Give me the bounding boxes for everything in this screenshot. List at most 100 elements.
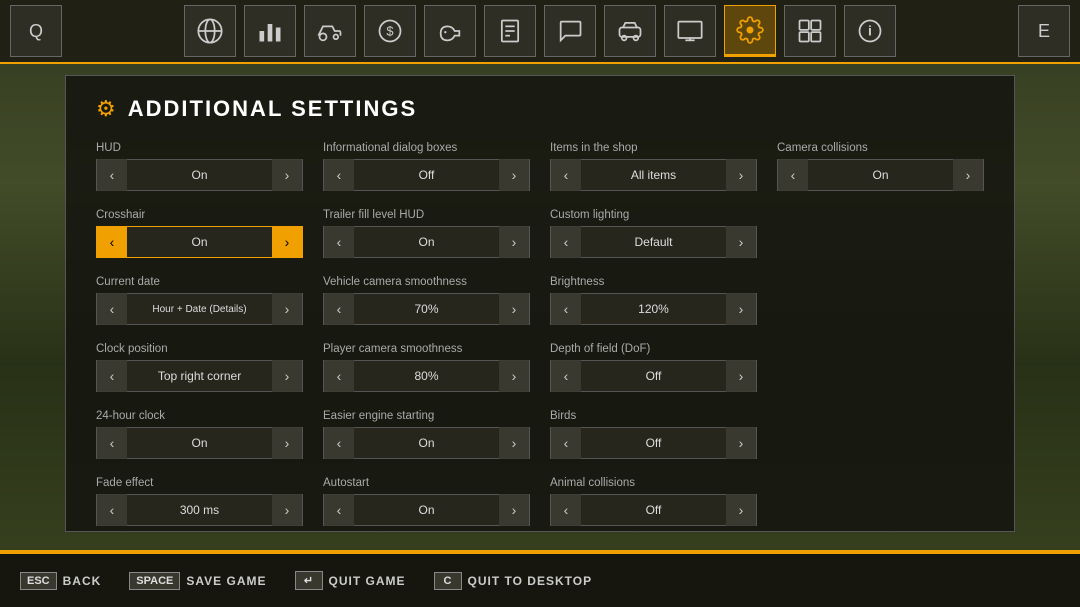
fade-effect-next-btn[interactable]: › bbox=[272, 494, 302, 526]
settings-icon bbox=[736, 16, 764, 44]
save-game-label: SAVE GAME bbox=[186, 574, 266, 588]
autostart-next-btn[interactable]: › bbox=[499, 494, 529, 526]
engine-starting-prev-btn[interactable]: ‹ bbox=[324, 427, 354, 459]
player-camera-label: Player camera smoothness bbox=[323, 343, 530, 355]
fade-effect-value: 300 ms bbox=[127, 503, 272, 517]
current-date-prev-btn[interactable]: ‹ bbox=[97, 293, 127, 325]
clock-position-label: Clock position bbox=[96, 343, 303, 355]
items-shop-next-btn[interactable]: › bbox=[726, 159, 756, 191]
current-date-value: Hour + Date (Details) bbox=[127, 304, 272, 315]
fade-effect-prev-btn[interactable]: ‹ bbox=[97, 494, 127, 526]
custom-lighting-prev-btn[interactable]: ‹ bbox=[551, 226, 581, 258]
birds-next-btn[interactable]: › bbox=[726, 427, 756, 459]
setting-animal-collisions: Animal collisions ‹ Off › bbox=[550, 477, 757, 526]
crosshair-next-btn[interactable]: › bbox=[272, 226, 302, 258]
items-shop-value: All items bbox=[581, 168, 726, 182]
hud-control: ‹ On › bbox=[96, 159, 303, 191]
nav-settings-tab[interactable] bbox=[724, 5, 776, 57]
autostart-value: On bbox=[354, 503, 499, 517]
current-date-control: ‹ Hour + Date (Details) › bbox=[96, 293, 303, 325]
24hour-prev-btn[interactable]: ‹ bbox=[97, 427, 127, 459]
autostart-label: Autostart bbox=[323, 477, 530, 489]
nav-stats-tab[interactable] bbox=[244, 5, 296, 57]
setting-trailer-fill: Trailer fill level HUD ‹ On › bbox=[323, 209, 530, 258]
trailer-fill-prev-btn[interactable]: ‹ bbox=[324, 226, 354, 258]
nav-q-button[interactable]: Q bbox=[10, 5, 62, 57]
nav-animals-tab[interactable] bbox=[424, 5, 476, 57]
nav-chat-tab[interactable] bbox=[544, 5, 596, 57]
trailer-fill-label: Trailer fill level HUD bbox=[323, 209, 530, 221]
trailer-fill-next-btn[interactable]: › bbox=[499, 226, 529, 258]
dof-next-btn[interactable]: › bbox=[726, 360, 756, 392]
animal-collisions-next-btn[interactable]: › bbox=[726, 494, 756, 526]
24hour-control: ‹ On › bbox=[96, 427, 303, 459]
engine-starting-next-btn[interactable]: › bbox=[499, 427, 529, 459]
back-label: BACK bbox=[63, 574, 102, 588]
brightness-prev-btn[interactable]: ‹ bbox=[551, 293, 581, 325]
nav-center: $ i bbox=[182, 3, 898, 59]
autostart-control: ‹ On › bbox=[323, 494, 530, 526]
autostart-prev-btn[interactable]: ‹ bbox=[324, 494, 354, 526]
nav-hud-tab[interactable] bbox=[664, 5, 716, 57]
setting-items-shop: Items in the shop ‹ All items › bbox=[550, 142, 757, 191]
tractor-icon bbox=[316, 17, 344, 45]
nav-tractor-tab[interactable] bbox=[304, 5, 356, 57]
birds-label: Birds bbox=[550, 410, 757, 422]
dof-prev-btn[interactable]: ‹ bbox=[551, 360, 581, 392]
brightness-control: ‹ 120% › bbox=[550, 293, 757, 325]
quit-desktop-action: C QUIT TO DESKTOP bbox=[434, 572, 593, 590]
current-date-label: Current date bbox=[96, 276, 303, 288]
nav-contracts-tab[interactable] bbox=[484, 5, 536, 57]
dof-label: Depth of field (DoF) bbox=[550, 343, 757, 355]
clock-position-next-btn[interactable]: › bbox=[272, 360, 302, 392]
engine-starting-value: On bbox=[354, 436, 499, 450]
setting-info-dialogs: Informational dialog boxes ‹ Off › bbox=[323, 142, 530, 191]
player-camera-prev-btn[interactable]: ‹ bbox=[324, 360, 354, 392]
setting-custom-lighting: Custom lighting ‹ Default › bbox=[550, 209, 757, 258]
crosshair-control: ‹ On › bbox=[96, 226, 303, 258]
chat-icon bbox=[556, 17, 584, 45]
setting-crosshair: Crosshair ‹ On › bbox=[96, 209, 303, 258]
brightness-next-btn[interactable]: › bbox=[726, 293, 756, 325]
quit-desktop-label: QUIT TO DESKTOP bbox=[468, 574, 593, 588]
nav-world-tab[interactable] bbox=[184, 5, 236, 57]
clock-position-prev-btn[interactable]: ‹ bbox=[97, 360, 127, 392]
camera-collisions-prev-btn[interactable]: ‹ bbox=[778, 159, 808, 191]
setting-hud: HUD ‹ On › bbox=[96, 142, 303, 191]
items-shop-prev-btn[interactable]: ‹ bbox=[551, 159, 581, 191]
custom-lighting-next-btn[interactable]: › bbox=[726, 226, 756, 258]
enter-key: ↵ bbox=[295, 571, 323, 590]
camera-collisions-next-btn[interactable]: › bbox=[953, 159, 983, 191]
current-date-next-btn[interactable]: › bbox=[272, 293, 302, 325]
crosshair-prev-btn[interactable]: ‹ bbox=[97, 226, 127, 258]
settings-col3: Items in the shop ‹ All items › Custom l… bbox=[550, 142, 757, 544]
top-nav: Q $ bbox=[0, 0, 1080, 64]
player-camera-next-btn[interactable]: › bbox=[499, 360, 529, 392]
animals-icon bbox=[436, 17, 464, 45]
24hour-next-btn[interactable]: › bbox=[272, 427, 302, 459]
nav-right: E bbox=[1016, 3, 1080, 59]
birds-value: Off bbox=[581, 436, 726, 450]
birds-prev-btn[interactable]: ‹ bbox=[551, 427, 581, 459]
nav-players-tab[interactable] bbox=[784, 5, 836, 57]
clock-position-value: Top right corner bbox=[127, 369, 272, 383]
vehicle-camera-next-btn[interactable]: › bbox=[499, 293, 529, 325]
nav-vehicles-tab[interactable] bbox=[604, 5, 656, 57]
birds-control: ‹ Off › bbox=[550, 427, 757, 459]
vehicle-camera-prev-btn[interactable]: ‹ bbox=[324, 293, 354, 325]
hud-prev-btn[interactable]: ‹ bbox=[97, 159, 127, 191]
info-dialogs-next-btn[interactable]: › bbox=[499, 159, 529, 191]
vehicle-camera-label: Vehicle camera smoothness bbox=[323, 276, 530, 288]
nav-money-tab[interactable]: $ bbox=[364, 5, 416, 57]
nav-info-tab[interactable]: i bbox=[844, 5, 896, 57]
animal-collisions-prev-btn[interactable]: ‹ bbox=[551, 494, 581, 526]
hud-next-btn[interactable]: › bbox=[272, 159, 302, 191]
nav-e-button[interactable]: E bbox=[1018, 5, 1070, 57]
crosshair-value: On bbox=[127, 235, 272, 249]
quit-game-action: ↵ QUIT GAME bbox=[295, 571, 406, 590]
info-dialogs-prev-btn[interactable]: ‹ bbox=[324, 159, 354, 191]
stats-icon bbox=[256, 17, 284, 45]
main-panel: ⚙ ADDITIONAL SETTINGS HUD ‹ On › Crossha… bbox=[65, 75, 1015, 532]
player-camera-control: ‹ 80% › bbox=[323, 360, 530, 392]
svg-text:$: $ bbox=[386, 24, 393, 39]
